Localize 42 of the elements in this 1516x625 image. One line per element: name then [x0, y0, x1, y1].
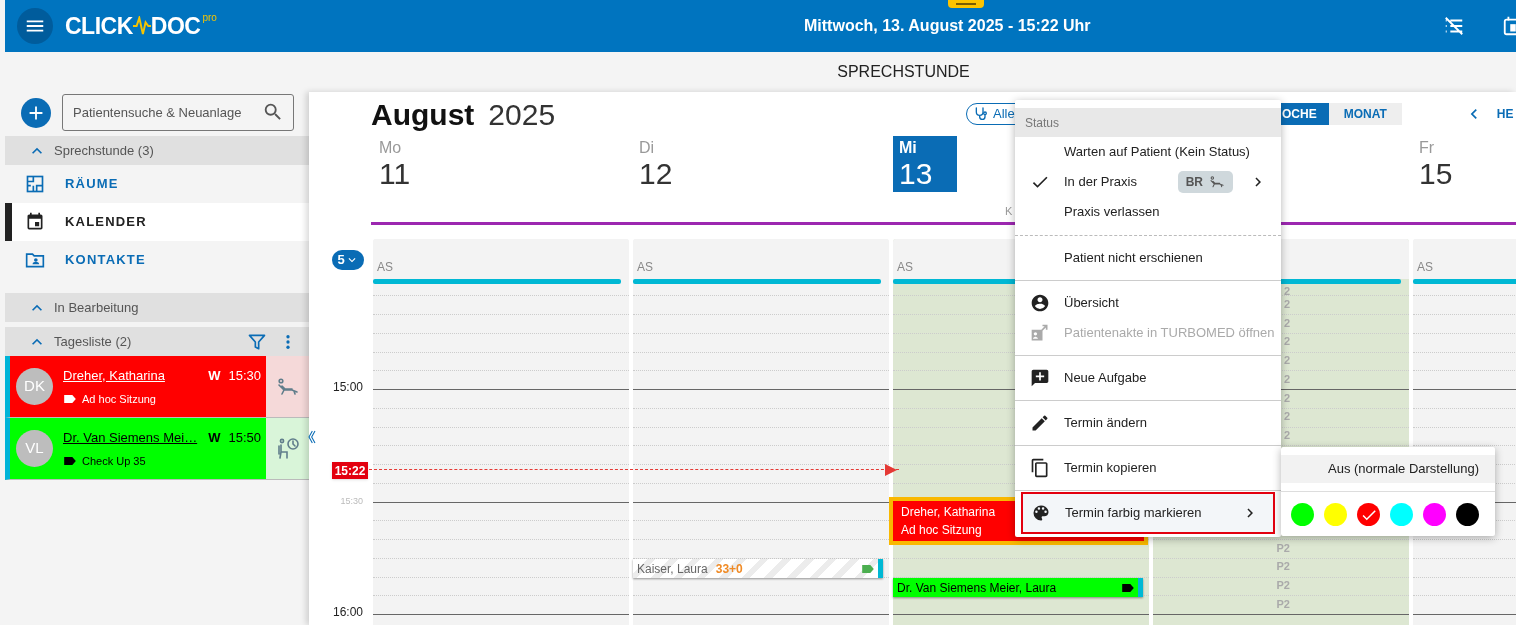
- slot-label: P2: [1275, 541, 1290, 555]
- resource-label: AS: [637, 260, 653, 274]
- slot-label: P2: [1275, 560, 1290, 574]
- menu-header: Status: [1015, 108, 1281, 137]
- logo-text: DOC: [150, 12, 201, 40]
- current-time-marker: 15:22: [332, 462, 368, 479]
- resource-label: AS: [377, 260, 393, 274]
- slot-label: P2: [1275, 579, 1290, 592]
- logo-suffix: pro: [202, 12, 217, 24]
- logo-text: CLICK: [65, 12, 133, 40]
- appointment-time: 15:50: [228, 428, 261, 447]
- slot-label: 2: [1282, 297, 1290, 311]
- slot-label: 2: [1282, 316, 1290, 330]
- appointment-time: 15:30: [228, 366, 261, 385]
- slot-label: 2: [1282, 335, 1290, 349]
- slot-label: 2: [1282, 354, 1290, 367]
- visit-type-label: W: [208, 428, 221, 447]
- avatar: DK: [16, 368, 53, 405]
- avatar: VL: [16, 430, 53, 467]
- section-title: Tagesliste (2): [54, 332, 133, 351]
- year-title: 2025: [488, 96, 556, 133]
- slot-label: 2: [1282, 429, 1290, 442]
- section-title: Sprechstunde (3): [54, 141, 155, 160]
- slot-label: 2: [1282, 372, 1290, 386]
- visit-type-label: W: [208, 366, 221, 385]
- slot-label: 2: [1282, 391, 1290, 405]
- page-title: SPRECHSTUNDE: [837, 62, 970, 82]
- appointment-type: Ad hoc Sitzung: [82, 392, 156, 407]
- time-label: 15:30: [340, 495, 363, 507]
- time-label: 16:00: [332, 606, 363, 618]
- section-title: In Bearbeitung: [54, 298, 140, 317]
- date-time: Mittwoch, 13. August 2025 - 15:22 Uhr: [804, 16, 1091, 36]
- appointment-type: Check Up 35: [82, 454, 146, 469]
- slot-label: 2: [1282, 410, 1290, 424]
- slot-label: 2: [1282, 285, 1290, 298]
- month-title: August: [371, 96, 475, 133]
- time-label: 15:00: [332, 381, 363, 393]
- resource-label: AS: [897, 260, 913, 274]
- week-label: K: [1005, 205, 1013, 217]
- status-chip: BR: [1177, 171, 1233, 193]
- resource-label: AS: [1417, 260, 1433, 274]
- slot-label: P2: [1275, 597, 1290, 611]
